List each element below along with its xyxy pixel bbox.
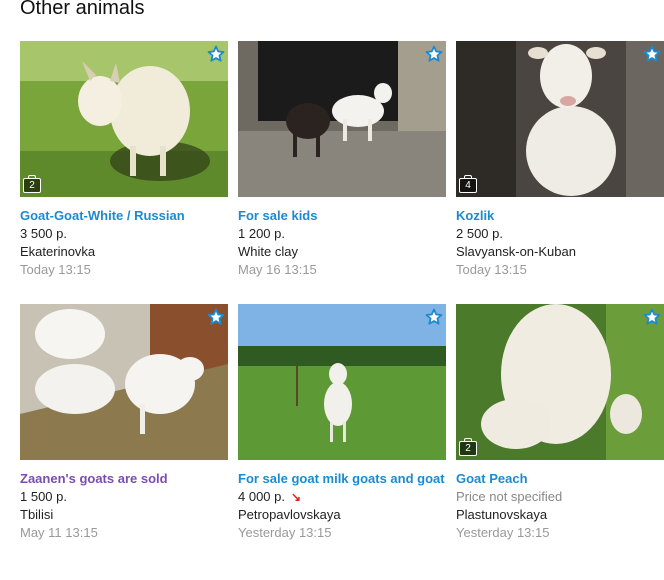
listing-date: May 11 13:15 — [20, 525, 98, 540]
listing-location: Petropavlovskaya — [238, 507, 341, 522]
favorite-star-icon[interactable] — [207, 45, 225, 63]
goat-photo-image — [456, 41, 664, 197]
goat-photo-image — [20, 41, 228, 197]
favorite-star-icon[interactable] — [207, 308, 225, 326]
goat-photo-image — [20, 304, 228, 460]
photo-count-icon: 4 — [459, 175, 477, 193]
listing-location: Tbilisi — [20, 507, 54, 522]
goat-photo-image — [238, 41, 446, 197]
listing-date: Yesterday 13:15 — [238, 525, 332, 540]
listing-card[interactable]: 2 Goat Peach Price not specified Plastun… — [456, 304, 664, 542]
listing-photo[interactable] — [238, 304, 446, 460]
listing-title[interactable]: Goat-Goat-White / Russian — [20, 207, 228, 225]
listing-photo[interactable]: 2 — [456, 304, 664, 460]
listing-title[interactable]: Zaanen's goats are sold — [20, 470, 228, 488]
listing-price: 4 000 p. — [238, 489, 285, 504]
section-title: Other animals — [20, 0, 145, 19]
favorite-star-icon[interactable] — [425, 308, 443, 326]
listing-title[interactable]: Kozlik — [456, 207, 664, 225]
listing-card[interactable]: Zaanen's goats are sold 1 500 p. Tbilisi… — [20, 304, 228, 542]
photo-count-icon: 2 — [459, 438, 477, 456]
listing-location: Plastunovskaya — [456, 507, 548, 522]
favorite-star-icon[interactable] — [425, 45, 443, 63]
listing-price: 2 500 p. — [456, 226, 503, 241]
listing-location: White clay — [238, 244, 298, 259]
listing-title[interactable]: Goat Peach — [456, 470, 664, 488]
listing-card[interactable]: 2 Goat-Goat-White / Russian 3 500 p. Eka… — [20, 41, 228, 279]
listing-price: Price not specified — [456, 489, 563, 504]
listing-card[interactable]: For sale kids 1 200 p. White clay May 16… — [238, 41, 446, 279]
listing-date: May 16 13:15 — [238, 262, 317, 277]
price-down-icon: ↘ — [291, 490, 302, 504]
listing-date: Today 13:15 — [20, 262, 91, 277]
listing-price-row: 4 000 p. ↘ — [238, 488, 446, 506]
listing-price: 1 500 p. — [20, 489, 67, 504]
listing-date: Today 13:15 — [456, 262, 527, 277]
listing-card[interactable]: For sale goat milk goats and goat 4 000 … — [238, 304, 446, 542]
listing-photo[interactable]: 4 — [456, 41, 664, 197]
listing-date: Yesterday 13:15 — [456, 525, 550, 540]
photo-count-icon: 2 — [23, 175, 41, 193]
listing-location: Ekaterinovka — [20, 244, 96, 259]
listing-price: 3 500 p. — [20, 226, 67, 241]
goat-photo-image — [238, 304, 446, 460]
listing-location: Slavyansk-on-Kuban — [456, 244, 576, 259]
listing-card[interactable]: 4 Kozlik 2 500 p. Slavyansk-on-Kuban Tod… — [456, 41, 664, 279]
listing-price: 1 200 p. — [238, 226, 285, 241]
favorite-star-icon[interactable] — [643, 45, 661, 63]
listing-photo[interactable] — [238, 41, 446, 197]
listing-title[interactable]: For sale kids — [238, 207, 446, 225]
listing-photo[interactable] — [20, 304, 228, 460]
listing-photo[interactable]: 2 — [20, 41, 228, 197]
goat-photo-image — [456, 304, 664, 460]
favorite-star-icon[interactable] — [643, 308, 661, 326]
listing-title[interactable]: For sale goat milk goats and goat — [238, 470, 446, 488]
